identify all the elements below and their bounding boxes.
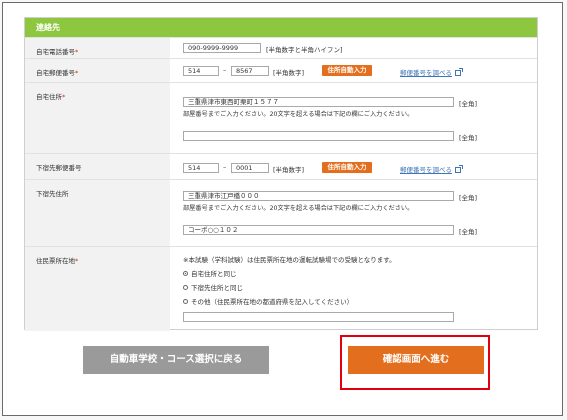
postal-dash: – [223, 66, 227, 74]
lodging-address-input-2[interactable]: コーポ○○１０２ [183, 225, 454, 235]
lodging-postal-second-input[interactable]: 0001 [231, 163, 269, 173]
home-postal-label-text: 自宅郵便番号 [36, 69, 75, 77]
required-mark: * [62, 93, 66, 101]
radio-icon[interactable] [183, 284, 188, 290]
proceed-to-confirm-button[interactable]: 確認画面へ進む [348, 346, 484, 374]
home-address-note: 部屋番号までご入力ください。20文字を超える場合は下記の欄にご入力ください。 [183, 111, 414, 118]
lodging-address-label: 下宿先住所 [25, 180, 170, 247]
external-link-icon [455, 165, 463, 173]
home-address-hint-1: [全角] [459, 100, 478, 108]
home-postal-second-input[interactable]: 8567 [231, 66, 269, 76]
residence-option-lodging[interactable]: 下宿先住所と同じ [183, 282, 243, 292]
residence-option-other[interactable]: その他（住民票所在地の都道府県を記入してください） [183, 296, 353, 306]
residence-option-lodging-label: 下宿先住所と同じ [191, 284, 243, 292]
lodging-postal-row: 下宿先郵便番号 514 – 0001 [半角数字] 住所自動入力 郵便番号を調べ… [25, 153, 537, 180]
radio-selected-icon[interactable] [183, 270, 188, 276]
home-address-autofill-button[interactable]: 住所自動入力 [322, 65, 372, 76]
postal-dash: – [223, 163, 227, 171]
home-address-input-2[interactable] [183, 131, 454, 141]
home-address-label-text: 自宅住所 [36, 93, 62, 101]
required-mark: * [75, 257, 79, 265]
lodging-address-input-1[interactable]: 三重県津市江戸橋０００ [183, 191, 454, 201]
home-postal-first-input[interactable]: 514 [183, 66, 219, 76]
residence-label: 住民票所在地* [25, 247, 170, 331]
home-postal-hint: [半角数字] [273, 69, 305, 77]
lodging-address-row: 下宿先住所 三重県津市江戸橋０００ [全角] 部屋番号までご入力ください。20文… [25, 179, 537, 247]
lodging-postal-label: 下宿先郵便番号 [25, 154, 170, 180]
lodging-address-hint-2: [全角] [459, 228, 478, 236]
home-phone-hint: [半角数字と半角ハイフン] [266, 46, 343, 54]
external-link-icon [455, 68, 463, 76]
lodging-postal-lookup-link[interactable]: 郵便番号を調べる [400, 164, 463, 174]
home-address-row: 自宅住所* 三重県津市東西町栗町１５７７ [全角] 部屋番号までご入力ください。… [25, 82, 537, 154]
lodging-postal-hint: [半角数字] [273, 166, 305, 174]
residence-option-home-label: 自宅住所と同じ [191, 270, 237, 278]
home-postal-row: 自宅郵便番号* 514 – 8567 [半角数字] 住所自動入力 郵便番号を調べ… [25, 58, 537, 83]
back-to-school-selection-button[interactable]: 自動車学校・コース選択に戻る [83, 346, 269, 374]
lodging-postal-label-text: 下宿先郵便番号 [36, 164, 82, 172]
residence-other-input[interactable] [183, 312, 454, 322]
lodging-postal-first-input[interactable]: 514 [183, 163, 219, 173]
home-postal-lookup-link[interactable]: 郵便番号を調べる [400, 67, 463, 77]
residence-row: 住民票所在地* ※本試験（学科試験）は住民票所在地の運転試験場での受験となります… [25, 246, 537, 331]
required-mark: * [75, 69, 79, 77]
home-address-input-1[interactable]: 三重県津市東西町栗町１５７７ [183, 97, 454, 107]
lodging-address-label-text: 下宿先住所 [36, 190, 69, 198]
home-phone-input[interactable]: 090-9999-9999 [183, 43, 261, 53]
home-phone-label: 自宅電話番号* [25, 38, 170, 59]
home-address-label: 自宅住所* [25, 83, 170, 154]
residence-note: ※本試験（学科試験）は住民票所在地の運転試験場での受験となります。 [183, 256, 396, 264]
home-address-hint-2: [全角] [459, 134, 478, 142]
residence-label-text: 住民票所在地 [36, 257, 75, 265]
lodging-address-hint-1: [全角] [459, 194, 478, 202]
home-postal-label: 自宅郵便番号* [25, 59, 170, 83]
residence-option-home[interactable]: 自宅住所と同じ [183, 268, 237, 278]
residence-option-other-label: その他（住民票所在地の都道府県を記入してください） [191, 298, 354, 306]
lodging-postal-lookup-text: 郵便番号を調べる [400, 166, 452, 174]
home-postal-lookup-text: 郵便番号を調べる [400, 69, 452, 77]
radio-icon[interactable] [183, 298, 188, 304]
home-phone-label-text: 自宅電話番号 [36, 48, 75, 56]
contact-form-panel: 連絡先 自宅電話番号* 090-9999-9999 [半角数字と半角ハイフン] … [24, 17, 538, 331]
required-mark: * [75, 48, 79, 56]
lodging-address-autofill-button[interactable]: 住所自動入力 [322, 162, 372, 173]
lodging-address-note: 部屋番号までご入力ください。20文字を超える場合は下記の欄にご入力ください。 [183, 205, 414, 212]
section-title: 連絡先 [25, 18, 537, 37]
home-phone-row: 自宅電話番号* 090-9999-9999 [半角数字と半角ハイフン] [25, 37, 537, 59]
